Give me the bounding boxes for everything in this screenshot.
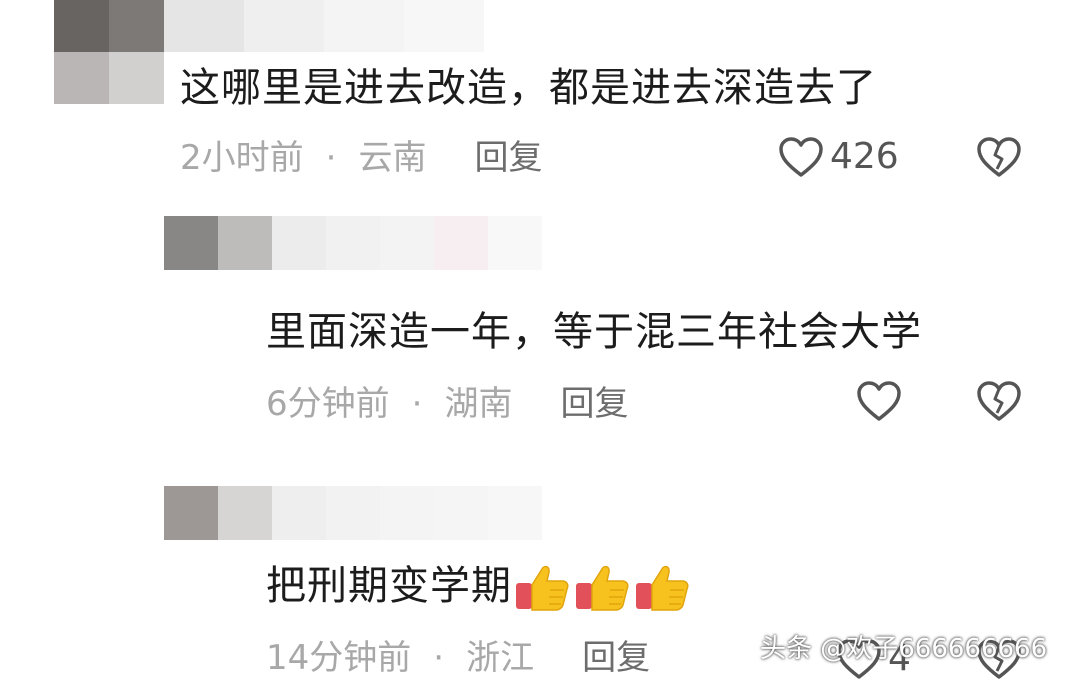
like-button[interactable]: 426	[778, 136, 899, 178]
like-button[interactable]	[856, 380, 908, 422]
dislike-button[interactable]	[976, 136, 1022, 182]
meta-separator: ·	[433, 638, 445, 678]
thumbs-up-icon	[576, 565, 629, 611]
heart-icon	[857, 381, 901, 421]
avatar-mosaic-3	[164, 486, 544, 540]
broken-heart-icon	[977, 381, 1021, 421]
broken-heart-icon	[977, 137, 1021, 177]
comment-location: 湖南	[444, 384, 513, 424]
watermark: 头条 @欢子666666666	[760, 634, 1048, 664]
comment-text: 把刑期变学期	[266, 562, 690, 613]
meta-separator: ·	[325, 138, 337, 178]
like-count: 426	[830, 136, 899, 177]
reply-button[interactable]: 回复	[560, 384, 628, 424]
comment-time: 6分钟前	[266, 384, 390, 424]
comment-meta: 14分钟前 · 浙江 回复	[266, 638, 650, 678]
comment-time: 2小时前	[180, 138, 304, 178]
comment-text: 里面深造一年，等于混三年社会大学	[266, 309, 922, 355]
comment-location: 云南	[358, 138, 427, 178]
comment-location: 浙江	[466, 638, 535, 678]
comment-meta: 6分钟前 · 湖南 回复	[266, 384, 628, 424]
avatar-mosaic-1	[54, 0, 164, 104]
heart-icon	[779, 137, 823, 177]
thumbs-up-icon	[516, 565, 569, 611]
emoji-group	[514, 563, 690, 613]
comment-text: 这哪里是进去改造，都是进去深造去了	[180, 65, 877, 111]
comment-text-content: 把刑期变学期	[266, 563, 512, 609]
comment-time: 14分钟前	[266, 638, 412, 678]
thumbs-up-icon	[636, 565, 689, 611]
meta-separator: ·	[411, 384, 423, 424]
avatar-mosaic-2	[164, 216, 544, 270]
reply-button[interactable]: 回复	[582, 638, 650, 678]
dislike-button[interactable]	[976, 380, 1022, 426]
reply-button[interactable]: 回复	[474, 138, 542, 178]
comment-meta: 2小时前 · 云南 回复	[180, 138, 542, 178]
username-mosaic-1	[164, 0, 484, 52]
